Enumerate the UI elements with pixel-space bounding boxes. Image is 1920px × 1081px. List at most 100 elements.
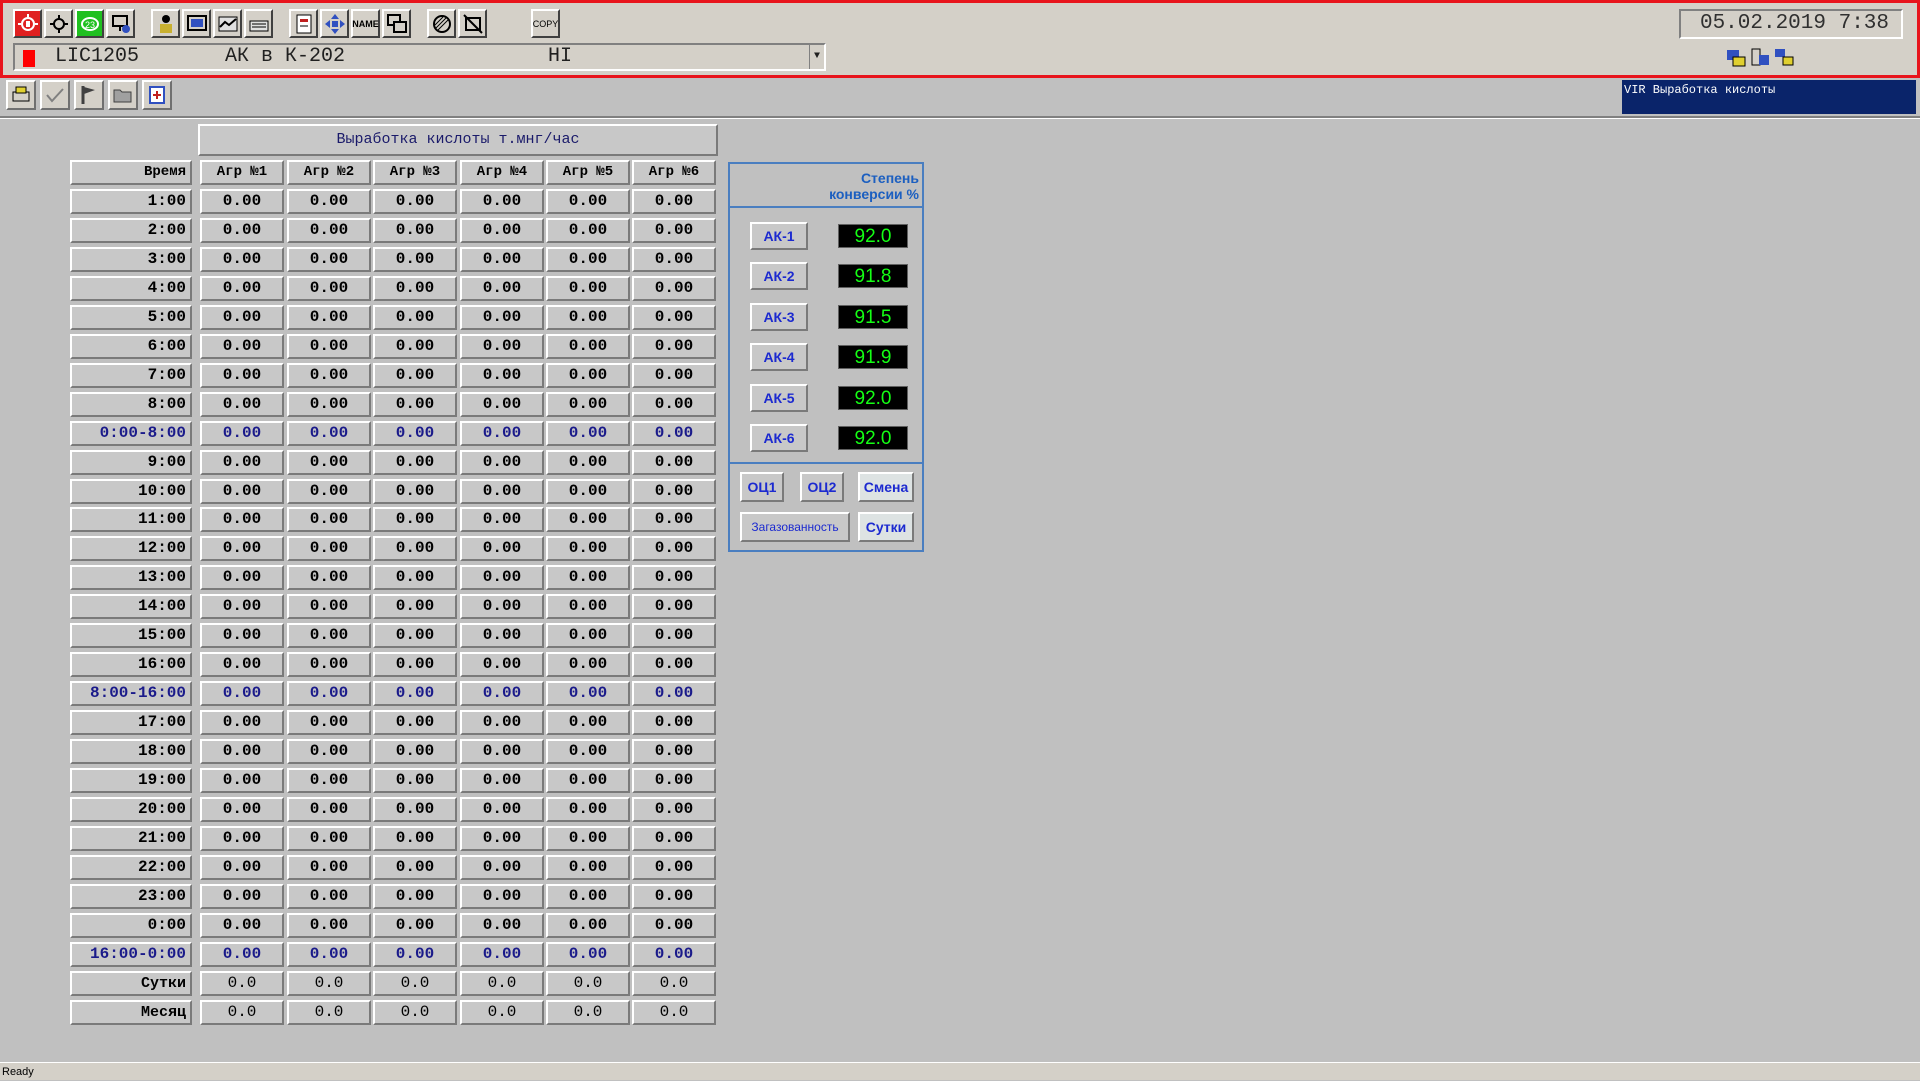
ak1-button[interactable]: АК-1 — [750, 222, 808, 250]
row-label: 22:00 — [70, 855, 192, 880]
new-display-button[interactable] — [142, 80, 172, 110]
table-cell: 0.00 — [200, 392, 284, 417]
table-cell: 0.00 — [373, 739, 457, 764]
table-cell: 0.0 — [373, 971, 457, 996]
conversion-panel: Степень конверсии % АК-1 92.0 АК-2 91.8 АК-3… — [728, 162, 924, 552]
ak3-conversion-value: 91.5 — [838, 305, 908, 329]
crossed-out-button[interactable] — [458, 9, 487, 38]
system-status-icons — [1725, 47, 1795, 69]
column-header-agr5: Агр №5 — [546, 160, 630, 185]
column-header-agr2: Агр №2 — [287, 160, 371, 185]
row-label: 20:00 — [70, 797, 192, 822]
flag-button[interactable] — [74, 80, 104, 110]
row-label: 0:00 — [70, 913, 192, 938]
table-cell: 0.00 — [546, 768, 630, 793]
alarm-description: АК в К-202 — [225, 45, 346, 68]
ak3-button[interactable]: АК-3 — [750, 303, 808, 331]
alarm-priority-marker — [23, 50, 35, 67]
table-cell: 0.00 — [460, 565, 544, 590]
datetime-display: 05.02.2019 7:38 — [1679, 9, 1903, 39]
oc1-button[interactable]: ОЦ1 — [740, 472, 784, 502]
ak2-button[interactable]: АК-2 — [750, 262, 808, 290]
flag-icon — [81, 86, 95, 104]
table-cell: 0.00 — [287, 450, 371, 475]
table-cell: 0.00 — [546, 797, 630, 822]
dropdown-arrow-icon[interactable]: ▼ — [809, 45, 824, 69]
table-cell: 0.00 — [632, 710, 716, 735]
network-status-icon[interactable] — [1773, 47, 1795, 69]
row-label: 23:00 — [70, 884, 192, 909]
system-status-icon[interactable] — [1725, 47, 1747, 69]
row-label: 2:00 — [70, 218, 192, 243]
table-cell: 0.00 — [200, 363, 284, 388]
table-cell: 0.0 — [200, 971, 284, 996]
table-cell: 0.00 — [200, 826, 284, 851]
checkmark-icon — [46, 88, 64, 103]
table-cell: 0.00 — [460, 855, 544, 880]
table-cell: 0.00 — [287, 276, 371, 301]
network-button[interactable] — [106, 9, 135, 38]
alarm-ack-button[interactable]: 23 — [75, 9, 104, 38]
shift-button[interactable]: Смена — [858, 472, 914, 502]
table-cell: 0.00 — [546, 450, 630, 475]
table-cell: 0.00 — [546, 334, 630, 359]
table-cell: 0.00 — [460, 421, 544, 446]
open-folder-button[interactable] — [108, 80, 138, 110]
table-cell: 0.00 — [460, 363, 544, 388]
table-cell: 0.00 — [546, 189, 630, 214]
row-label: 15:00 — [70, 623, 192, 648]
table-cell: 0.00 — [200, 536, 284, 561]
row-label: Сутки — [70, 971, 192, 996]
table-cell: 0.00 — [287, 826, 371, 851]
table-cell: 0.00 — [373, 913, 457, 938]
table-cell: 0.00 — [632, 334, 716, 359]
row-label: 8:00 — [70, 392, 192, 417]
table-cell: 0.00 — [287, 681, 371, 706]
check-button[interactable] — [40, 80, 70, 110]
table-cell: 0.00 — [546, 739, 630, 764]
table-cell: 0.00 — [632, 565, 716, 590]
table-cell: 0.00 — [287, 392, 371, 417]
navigate-button[interactable] — [320, 9, 349, 38]
table-cell: 0.00 — [373, 826, 457, 851]
hatch-button[interactable] — [427, 9, 456, 38]
report-button[interactable] — [289, 9, 318, 38]
oc2-button[interactable]: ОЦ2 — [800, 472, 844, 502]
table-cell: 0.00 — [200, 565, 284, 590]
table-cell: 0.00 — [460, 942, 544, 967]
table-cell: 0.00 — [546, 594, 630, 619]
diagnostics-button[interactable] — [44, 9, 73, 38]
ak5-button[interactable]: АК-5 — [750, 384, 808, 412]
operator-button[interactable] — [151, 9, 180, 38]
table-cell: 0.00 — [373, 652, 457, 677]
crossed-out-icon — [462, 13, 483, 34]
table-cell: 0.00 — [546, 942, 630, 967]
group-button[interactable] — [382, 9, 411, 38]
alarm-line-select[interactable]: LIC1205 АК в К-202 HI ▼ — [13, 43, 826, 71]
table-cell: 0.00 — [632, 218, 716, 243]
keyboard-button[interactable] — [244, 9, 273, 38]
day-button[interactable]: Сутки — [858, 512, 914, 542]
server-status-icon[interactable] — [1749, 47, 1771, 69]
table-cell: 0.00 — [200, 276, 284, 301]
ak4-button[interactable]: АК-4 — [750, 343, 808, 371]
table-cell: 0.00 — [632, 507, 716, 532]
table-cell: 0.00 — [460, 392, 544, 417]
name-button[interactable]: NAME — [351, 9, 380, 38]
table-cell: 0.00 — [200, 884, 284, 909]
table-cell: 0.00 — [632, 392, 716, 417]
table-cell: 0.00 — [546, 421, 630, 446]
table-cell: 0.00 — [460, 623, 544, 648]
print-button[interactable] — [6, 80, 36, 110]
display-button[interactable] — [182, 9, 211, 38]
navigate-icon — [324, 13, 345, 34]
table-cell: 0.00 — [373, 479, 457, 504]
alarm-bell-button[interactable] — [13, 9, 42, 38]
hatch-icon — [432, 14, 451, 33]
copy-button[interactable]: COPY — [531, 9, 560, 38]
ak6-button[interactable]: АК-6 — [750, 424, 808, 452]
trend-button[interactable] — [213, 9, 242, 38]
table-cell: 0.00 — [546, 681, 630, 706]
gas-contamination-button[interactable]: Загазованность — [740, 512, 850, 542]
table-cell: 0.00 — [546, 855, 630, 880]
